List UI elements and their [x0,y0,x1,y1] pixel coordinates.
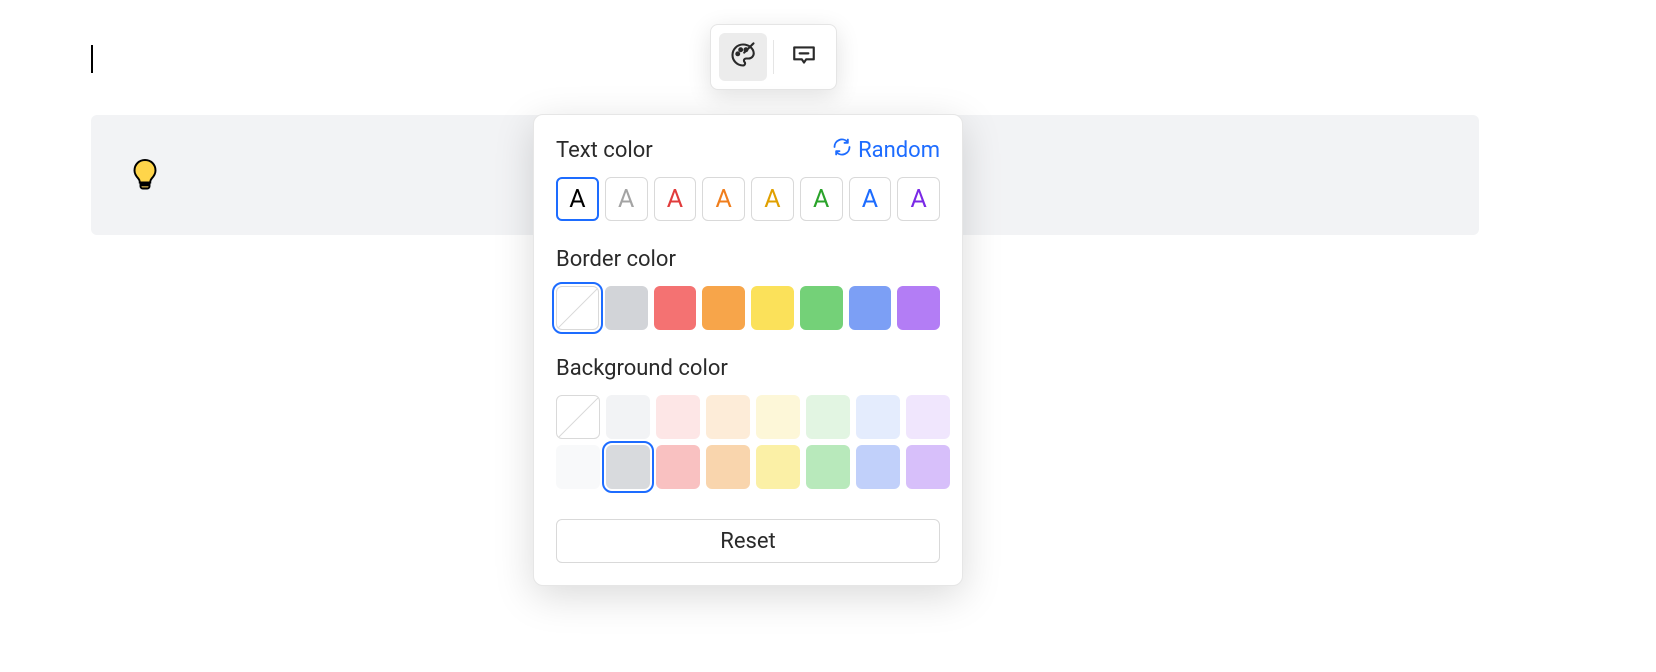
background-color-swatch[interactable] [856,445,900,489]
comment-icon [791,42,817,72]
border-color-swatch[interactable] [654,286,697,330]
border-color-row [556,286,940,330]
background-color-swatch[interactable] [606,395,650,439]
background-color-swatch[interactable] [906,395,950,439]
background-color-swatch[interactable] [756,395,800,439]
border-color-label: Border color [556,247,940,272]
refresh-icon [832,137,852,163]
border-color-swatch[interactable] [800,286,843,330]
background-color-swatch[interactable] [706,395,750,439]
background-color-swatch[interactable] [856,395,900,439]
background-color-swatch[interactable] [556,445,600,489]
background-color-grid [556,395,940,489]
border-color-swatch[interactable] [849,286,892,330]
text-color-swatch[interactable]: A [849,177,892,221]
background-color-swatch[interactable] [806,395,850,439]
palette-icon [729,41,757,73]
text-color-swatch[interactable]: A [800,177,843,221]
comment-button[interactable] [780,33,828,81]
random-button[interactable]: Random [832,137,940,163]
border-color-swatch[interactable] [751,286,794,330]
background-color-label: Background color [556,356,940,381]
background-color-swatch[interactable] [606,445,650,489]
lightbulb-icon[interactable] [127,157,163,193]
text-color-row: AAAAAAAA [556,177,940,221]
text-color-swatch[interactable]: A [556,177,599,221]
text-color-swatch[interactable]: A [751,177,794,221]
text-color-swatch[interactable]: A [702,177,745,221]
background-color-swatch[interactable] [806,445,850,489]
reset-button[interactable]: Reset [556,519,940,563]
border-color-swatch[interactable] [605,286,648,330]
reset-label: Reset [720,529,775,554]
text-cursor [91,45,93,73]
border-color-swatch[interactable] [702,286,745,330]
border-color-swatch[interactable] [897,286,940,330]
text-color-label: Text color [556,138,653,163]
background-color-swatch[interactable] [656,395,700,439]
text-color-swatch[interactable]: A [605,177,648,221]
palette-button[interactable] [719,33,767,81]
toolbar-divider [773,40,774,74]
text-color-swatch[interactable]: A [897,177,940,221]
background-color-swatch[interactable] [656,445,700,489]
background-color-swatch[interactable] [906,445,950,489]
color-picker-panel: Text color Random AAAAAAAA Border color … [533,114,963,586]
random-label: Random [858,138,940,163]
text-color-swatch[interactable]: A [654,177,697,221]
background-color-swatch[interactable] [756,445,800,489]
border-color-swatch[interactable] [556,286,599,330]
background-color-swatch[interactable] [556,395,600,439]
background-color-swatch[interactable] [706,445,750,489]
floating-toolbar [710,24,837,90]
